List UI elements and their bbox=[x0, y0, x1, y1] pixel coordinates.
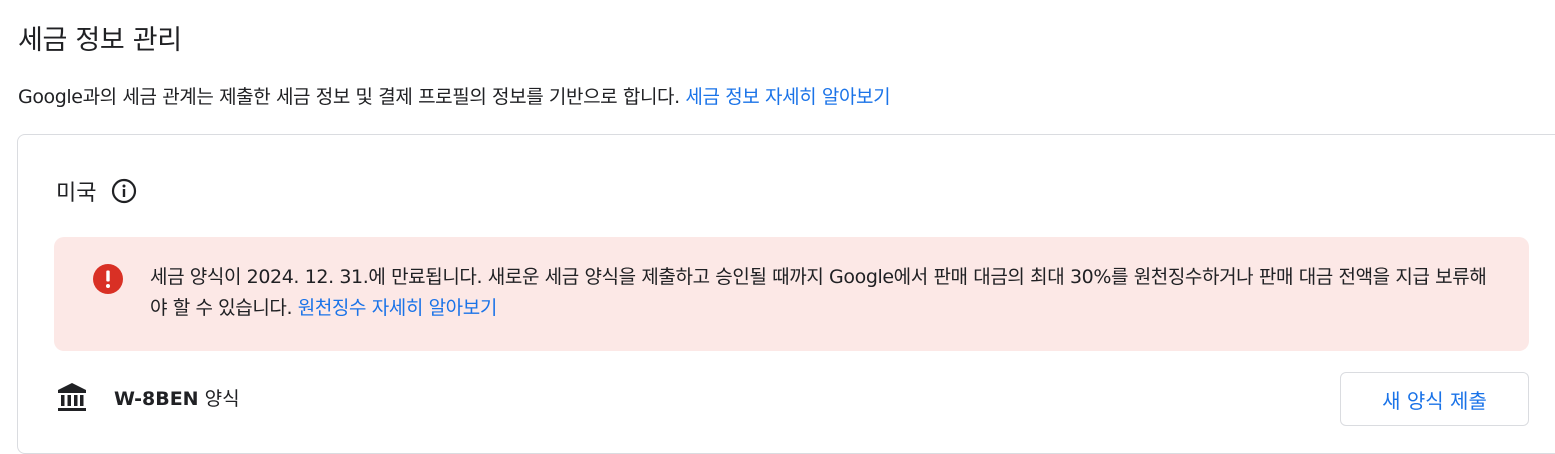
submit-new-form-button[interactable]: 새 양식 제출 bbox=[1340, 372, 1529, 426]
tax-form-row: W-8BEN 양식 bbox=[56, 381, 240, 413]
page-description: Google과의 세금 관계는 제출한 세금 정보 및 결제 프로필의 정보를 … bbox=[18, 82, 891, 109]
alert-message: 세금 양식이 2024. 12. 31.에 만료됩니다. 새로운 세금 양식을 … bbox=[150, 262, 1490, 324]
form-suffix: 양식 bbox=[204, 387, 240, 410]
expiry-alert: 세금 양식이 2024. 12. 31.에 만료됩니다. 새로운 세금 양식을 … bbox=[54, 237, 1529, 351]
withholding-learn-more-link[interactable]: 원천징수 자세히 알아보기 bbox=[298, 297, 498, 319]
tax-info-learn-more-link[interactable]: 세금 정보 자세히 알아보기 bbox=[685, 86, 890, 108]
bank-icon bbox=[56, 381, 88, 413]
error-icon bbox=[92, 263, 124, 295]
country-header: 미국 bbox=[56, 175, 137, 207]
description-text: Google과의 세금 관계는 제출한 세금 정보 및 결제 프로필의 정보를 … bbox=[18, 86, 680, 108]
form-name: W-8BEN 양식 bbox=[114, 384, 240, 411]
form-code: W-8BEN bbox=[114, 387, 199, 410]
country-label: 미국 bbox=[56, 181, 97, 206]
page-title: 세금 정보 관리 bbox=[18, 25, 182, 56]
tax-country-card: 미국 세금 양식이 2024. 12. 31.에 만료됩니다. 새로운 세금 양… bbox=[17, 134, 1555, 454]
info-icon[interactable] bbox=[111, 178, 137, 204]
